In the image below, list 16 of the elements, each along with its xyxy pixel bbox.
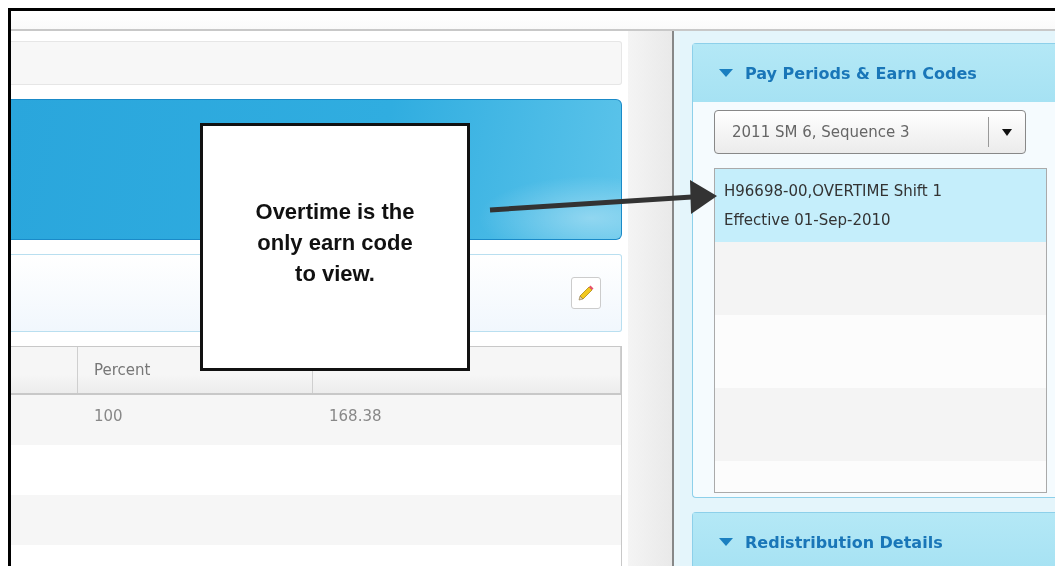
column-header[interactable]: Percent bbox=[94, 361, 151, 379]
panel-header[interactable]: Pay Periods & Earn Codes bbox=[693, 44, 1055, 102]
edit-button[interactable] bbox=[571, 277, 601, 309]
panel-header[interactable]: Redistribution Details bbox=[693, 513, 1055, 566]
panel-title: Redistribution Details bbox=[745, 532, 943, 552]
table-cell-text: 100 bbox=[93, 406, 124, 427]
collapse-triangle-icon bbox=[719, 537, 733, 547]
list-item[interactable]: H96698-00,OVERTIME Shift 1 Effective 01-Sep-2010 bbox=[715, 169, 1046, 242]
pencil-icon bbox=[577, 284, 595, 302]
collapse-triangle-icon bbox=[719, 68, 733, 78]
table-cell-text: 168.38 bbox=[328, 406, 383, 427]
caret-icon bbox=[1002, 128, 1012, 136]
callout-text: Overtime is the only earn code to view. bbox=[254, 197, 416, 288]
panel-title: Pay Periods & Earn Codes bbox=[745, 63, 977, 83]
splitter-bar[interactable] bbox=[628, 31, 680, 566]
period-dropdown[interactable]: 2011 SM 6, Sequence 3 bbox=[714, 110, 1026, 154]
